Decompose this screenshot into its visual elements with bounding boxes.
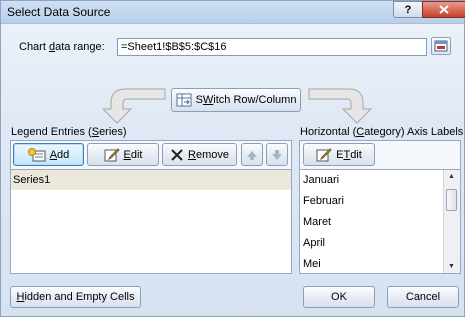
edit-axis-labels-button[interactable]: ETdit: [303, 143, 375, 166]
scroll-up-icon[interactable]: ▲: [448, 173, 455, 180]
chart-data-range-input[interactable]: =Sheet1!$B$5:$C$16: [117, 38, 427, 56]
move-down-icon: [272, 149, 282, 160]
ok-button[interactable]: OK: [303, 286, 375, 308]
scroll-down-icon[interactable]: ▼: [448, 263, 455, 270]
ok-label: OK: [331, 291, 347, 303]
add-series-button[interactable]: Add: [13, 143, 84, 166]
category-list-item[interactable]: Januari: [300, 170, 460, 191]
edit-pencil-icon: [104, 147, 120, 161]
cancel-button[interactable]: Cancel: [387, 286, 459, 308]
cancel-label: Cancel: [405, 291, 441, 303]
remove-series-button[interactable]: Remove: [162, 143, 237, 166]
hidden-empty-cells-button[interactable]: Hidden and Empty Cells: [10, 286, 141, 308]
add-series-label: Add: [49, 148, 70, 161]
axis-labels-header: Horizontal (Category) Axis Labels: [300, 126, 464, 138]
dialog-title: Select Data Source: [7, 5, 111, 19]
move-up-icon: [247, 150, 257, 160]
axis-category-list: Januari Februari Maret April Mei ▲ ▼: [299, 169, 461, 274]
series-list-item[interactable]: Series1: [11, 170, 291, 190]
category-list-item[interactable]: Februari: [300, 191, 460, 212]
select-data-source-dialog: Select Data Source ? Chart data range: =…: [0, 0, 465, 317]
hidden-empty-cells-label: Hidden and Empty Cells: [16, 291, 135, 303]
help-button[interactable]: ?: [393, 1, 423, 18]
category-list-item[interactable]: Mei: [300, 254, 460, 273]
close-button[interactable]: [422, 1, 465, 18]
category-list-scrollbar[interactable]: ▲ ▼: [443, 170, 460, 273]
title-bar: Select Data Source ?: [1, 1, 465, 24]
edit-series-button[interactable]: Edit: [87, 143, 159, 166]
close-icon: [439, 5, 449, 14]
switch-row-column-icon: [176, 93, 192, 107]
edit-axis-labels-label: ETdit: [336, 148, 362, 161]
collapse-dialog-button[interactable]: [431, 37, 451, 55]
scrollbar-thumb[interactable]: [446, 189, 457, 211]
remove-series-label: Remove: [188, 148, 229, 161]
collapse-dialog-icon: [434, 40, 448, 52]
remove-x-icon: [171, 148, 183, 161]
category-list-item[interactable]: Maret: [300, 212, 460, 233]
switch-row-column-label: SWitch Row/Column: [195, 94, 297, 106]
edit-pencil-icon: [316, 147, 332, 161]
switch-row-column-button[interactable]: SWitch Row/Column: [171, 88, 301, 112]
move-down-button[interactable]: [266, 143, 288, 166]
move-up-button[interactable]: [241, 143, 263, 166]
legend-series-list: Series1: [10, 169, 292, 274]
edit-series-label: Edit: [123, 148, 143, 161]
category-list-item[interactable]: April: [300, 233, 460, 254]
right-curved-arrow: [308, 88, 373, 124]
left-curved-arrow: [101, 88, 166, 124]
legend-entries-header: Legend Entries (Series): [11, 126, 127, 138]
add-series-icon: [27, 147, 46, 161]
chart-data-range-label: Chart data range:: [19, 41, 105, 53]
